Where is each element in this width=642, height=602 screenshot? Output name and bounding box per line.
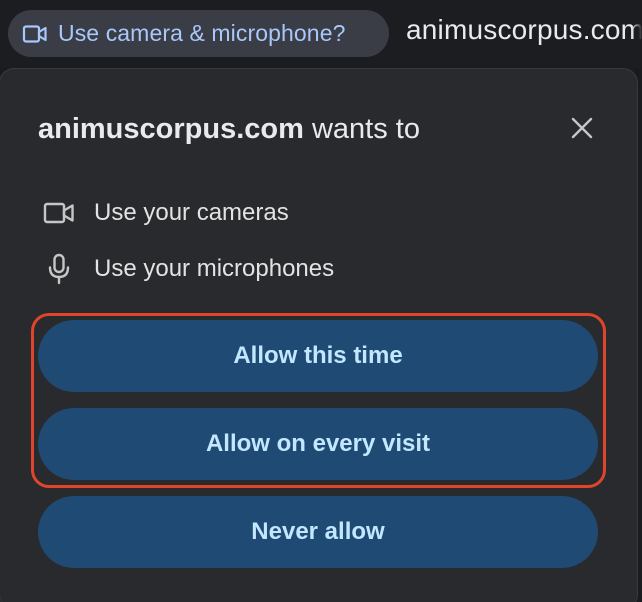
permission-label-microphone: Use your microphones — [94, 255, 335, 282]
permission-item-camera: Use your cameras — [42, 196, 289, 230]
address-bar: Use camera & microphone? animuscorpus.co… — [0, 0, 642, 68]
permission-item-microphone: Use your microphones — [42, 252, 334, 286]
highlight-annotation — [31, 313, 606, 488]
never-allow-button[interactable]: Never allow — [38, 496, 598, 568]
permission-chip[interactable]: Use camera & microphone? — [8, 10, 389, 57]
url-text[interactable]: animuscorpus.com — [406, 14, 642, 46]
video-camera-icon — [42, 196, 76, 230]
permission-label-camera: Use your cameras — [94, 199, 289, 226]
popup-title-origin: animuscorpus.com — [38, 113, 304, 145]
close-icon — [570, 116, 594, 145]
video-camera-icon — [22, 21, 48, 47]
popup-title: animuscorpus.com wants to — [38, 113, 420, 146]
browser-viewport: Use camera & microphone? animuscorpus.co… — [0, 0, 642, 602]
microphone-icon — [42, 252, 76, 286]
permission-chip-label: Use camera & microphone? — [58, 20, 346, 46]
url-fade — [632, 0, 642, 68]
popup-title-suffix: wants to — [303, 113, 420, 145]
close-button[interactable] — [566, 114, 598, 146]
